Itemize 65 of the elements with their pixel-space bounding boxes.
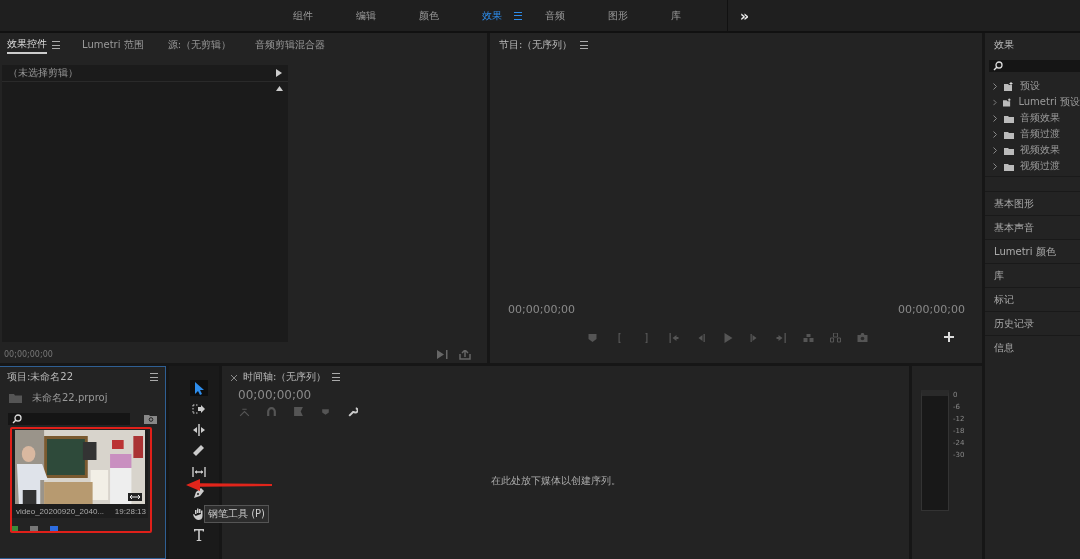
export-icon[interactable] xyxy=(459,349,471,360)
panel-tab[interactable]: 效果控件 xyxy=(7,36,47,54)
panel-tab[interactable]: 标记 xyxy=(985,287,1080,311)
panel-title: 效果 xyxy=(994,38,1014,52)
workspace-tab[interactable]: 库 xyxy=(648,8,701,23)
search-field[interactable] xyxy=(989,60,1080,72)
panel-tab[interactable]: 库 xyxy=(985,263,1080,287)
no-clip-label: （未选择剪辑） xyxy=(8,66,78,80)
playhead-timecode: 00;00;00;00 xyxy=(508,303,576,318)
workspace-tab[interactable]: 组件 xyxy=(270,8,333,23)
play-only-icon[interactable] xyxy=(437,349,449,359)
add-button[interactable] xyxy=(944,332,954,344)
panel-title: 节目:（无序列） xyxy=(499,38,573,52)
workspace-tab[interactable]: 图形 xyxy=(585,8,648,23)
clip-duration: 19:28:13 xyxy=(114,507,146,516)
tree-item[interactable]: 视频效果 xyxy=(1020,143,1060,157)
tree-item[interactable]: 预设 xyxy=(1020,79,1040,93)
tree-item[interactable]: Lumetri 预设 xyxy=(1018,95,1080,109)
search-field[interactable] xyxy=(8,413,130,425)
panel-title: 时间轴:（无序列） xyxy=(243,370,327,384)
menu-icon[interactable] xyxy=(52,41,60,49)
search-icon xyxy=(993,61,1003,71)
clip-name: video_20200920_2040... xyxy=(16,507,105,516)
timecode: 00;00;00;00 xyxy=(4,350,53,359)
tree-item[interactable]: 音频过渡 xyxy=(1020,127,1060,141)
folder-icon xyxy=(9,393,22,403)
panel-tab[interactable]: 基本声音 xyxy=(985,215,1080,239)
expand-icon[interactable] xyxy=(276,69,282,77)
search-icon xyxy=(12,414,22,424)
clip-thumbnail-card[interactable]: video_20200920_2040... 19:28:13 xyxy=(12,430,148,518)
scroll-up-icon[interactable] xyxy=(276,86,283,91)
tree-item[interactable]: 音频效果 xyxy=(1020,111,1060,125)
wrench-icon[interactable] xyxy=(347,406,358,417)
menu-icon[interactable] xyxy=(332,373,341,381)
tooltip: 钢笔工具 (P) xyxy=(204,505,269,523)
tree-item[interactable]: 视频过渡 xyxy=(1020,159,1060,173)
workspace-tab[interactable]: 音频 xyxy=(522,8,585,23)
panel-tab[interactable]: 音频剪辑混合器 xyxy=(255,37,325,53)
timeline-timecode: 00;00;00;00 xyxy=(237,388,313,404)
preset-folder-icon xyxy=(1003,97,1013,107)
panel-tab[interactable]: 基本图形 xyxy=(985,191,1080,215)
panel-title: 项目:未命名22 xyxy=(7,370,74,384)
track-select-tool[interactable] xyxy=(190,401,208,417)
panel-tab[interactable]: 历史记录 xyxy=(985,311,1080,335)
add-marker-icon[interactable] xyxy=(320,406,331,417)
marker-icon[interactable] xyxy=(587,333,598,343)
menu-icon[interactable] xyxy=(580,41,589,49)
workspace-tab[interactable]: 颜色 xyxy=(396,8,459,23)
menu-icon[interactable] xyxy=(514,11,522,20)
project-file-name: 未命名22.prproj xyxy=(32,391,108,405)
selection-tool[interactable] xyxy=(190,380,208,396)
drop-hint: 在此处放下媒体以创建序列。 xyxy=(490,473,621,488)
workspace-tab[interactable]: 编辑 xyxy=(333,8,396,23)
panel-tab[interactable]: 信息 xyxy=(985,335,1080,359)
slip-tool[interactable] xyxy=(190,464,208,480)
new-bin-icon[interactable] xyxy=(144,414,157,424)
overflow-button[interactable]: » xyxy=(740,7,750,24)
panel-tab[interactable]: Lumetri 颜色 xyxy=(985,239,1080,263)
menu-icon[interactable] xyxy=(150,373,158,381)
preset-folder-icon xyxy=(1004,81,1014,91)
panel-tab[interactable]: Lumetri 范围 xyxy=(82,37,144,53)
clip-type-icon xyxy=(128,493,142,501)
workspace-tab[interactable]: 效果 xyxy=(459,8,506,23)
duration-timecode: 00;00;00;00 xyxy=(897,303,965,318)
panel-tab[interactable]: 源:（无剪辑） xyxy=(167,37,231,53)
